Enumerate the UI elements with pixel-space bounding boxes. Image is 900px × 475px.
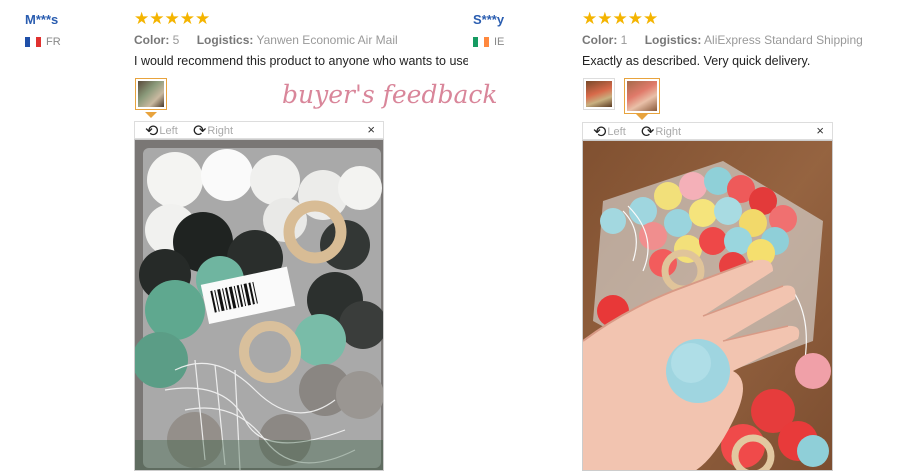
france-flag-icon bbox=[25, 37, 41, 47]
color-label: Color: bbox=[582, 33, 618, 47]
star-rating: ★★★★★ bbox=[134, 9, 211, 28]
review-text: I would recommend this product to anyone… bbox=[134, 54, 468, 68]
rotate-right-icon: ⟳ bbox=[193, 123, 207, 140]
thumbnail-pointer bbox=[636, 114, 648, 120]
rotate-left-button[interactable]: ⟲ Left bbox=[593, 122, 626, 142]
country-code: FR bbox=[46, 36, 61, 48]
logistics-label: Logistics: bbox=[644, 33, 702, 47]
review-photo-thumbnail[interactable] bbox=[583, 78, 615, 110]
color-label: Color: bbox=[134, 33, 170, 47]
color-value: 1 bbox=[620, 33, 628, 47]
rotate-left-label: Left bbox=[159, 125, 178, 137]
reviewer-country: FR bbox=[25, 36, 61, 48]
review-photo bbox=[582, 140, 833, 471]
image-viewer-toolbar: ⟲ Left ⟳ Right × bbox=[134, 121, 384, 141]
thumbnail-pointer bbox=[145, 112, 157, 118]
logistics-value: Yanwen Economic Air Mail bbox=[256, 33, 398, 47]
rotate-right-label: Right bbox=[207, 125, 234, 137]
review-meta: Color: 1 Logistics: AliExpress Standard … bbox=[582, 33, 863, 47]
rotate-right-button[interactable]: ⟳ Right bbox=[641, 122, 681, 142]
rotate-right-button[interactable]: ⟳ Right bbox=[193, 121, 233, 141]
rotate-left-icon: ⟲ bbox=[145, 123, 159, 140]
review-photo bbox=[134, 139, 384, 471]
star-rating: ★★★★★ bbox=[582, 9, 659, 28]
close-icon[interactable]: × bbox=[367, 122, 375, 137]
review-photo-thumbnail[interactable] bbox=[135, 78, 167, 110]
reviewer-country: IE bbox=[473, 36, 504, 48]
hand-holding-pompom-photo bbox=[583, 141, 832, 470]
image-viewer-toolbar: ⟲ Left ⟳ Right × bbox=[582, 122, 833, 142]
reviewer-name: M***s bbox=[25, 12, 59, 27]
rotate-left-label: Left bbox=[607, 126, 626, 138]
review-text: Exactly as described. Very quick deliver… bbox=[582, 54, 811, 68]
reviewer-name: S***y bbox=[473, 12, 505, 27]
rotate-left-icon: ⟲ bbox=[593, 124, 607, 141]
color-value: 5 bbox=[172, 33, 180, 47]
rotate-left-button[interactable]: ⟲ Left bbox=[145, 121, 178, 141]
close-icon[interactable]: × bbox=[816, 123, 824, 138]
review-meta: Color: 5 Logistics: Yanwen Economic Air … bbox=[134, 33, 398, 47]
rotate-right-icon: ⟳ bbox=[641, 124, 655, 141]
watermark: buyer's feedback bbox=[282, 80, 498, 109]
logistics-label: Logistics: bbox=[196, 33, 254, 47]
pompom-bag-photo bbox=[135, 140, 383, 470]
logistics-value: AliExpress Standard Shipping bbox=[704, 33, 863, 47]
country-code: IE bbox=[494, 36, 505, 48]
ireland-flag-icon bbox=[473, 37, 489, 47]
review-photo-thumbnail-selected[interactable] bbox=[624, 78, 660, 114]
rotate-right-label: Right bbox=[655, 126, 682, 138]
